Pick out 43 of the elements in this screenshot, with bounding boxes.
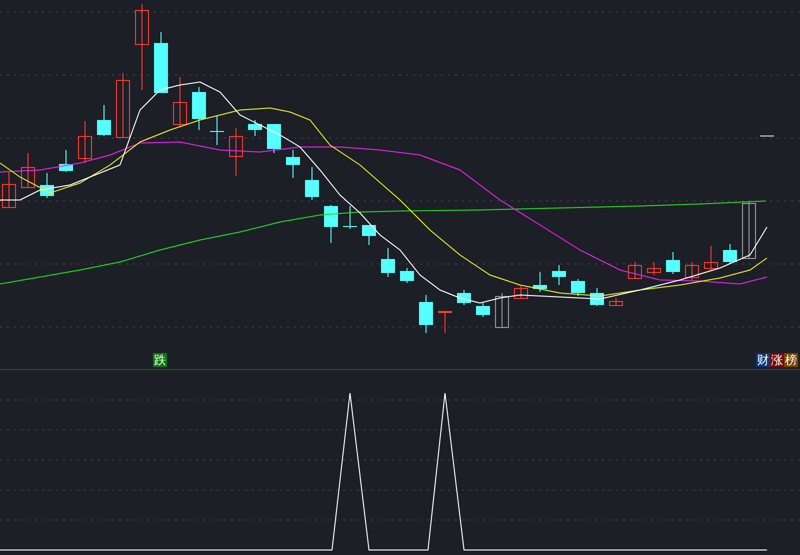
candlestick bbox=[552, 264, 566, 286]
candlestick bbox=[704, 246, 718, 270]
candlestick bbox=[476, 302, 490, 318]
candlestick bbox=[723, 244, 737, 264]
candlestick bbox=[457, 290, 471, 306]
candlestick bbox=[685, 262, 699, 280]
candlestick bbox=[514, 286, 528, 299]
candlestick bbox=[286, 150, 300, 178]
candlestick bbox=[628, 262, 642, 279]
candlestick bbox=[381, 248, 395, 278]
candlestick bbox=[210, 116, 224, 146]
candlestick bbox=[609, 298, 623, 306]
candlestick bbox=[97, 104, 111, 136]
candlestick bbox=[229, 128, 243, 176]
candlestick bbox=[495, 292, 509, 328]
candlestick bbox=[59, 150, 73, 172]
candlestick bbox=[343, 206, 357, 230]
tag: 财 bbox=[756, 353, 770, 367]
candlestick bbox=[533, 272, 547, 292]
candlestick bbox=[666, 252, 680, 274]
candlestick bbox=[400, 268, 414, 284]
tag: 榜 bbox=[784, 353, 798, 367]
candlestick bbox=[324, 204, 338, 244]
candlestick bbox=[116, 72, 130, 138]
candlestick bbox=[267, 124, 281, 154]
candlestick bbox=[571, 278, 585, 296]
candlestick bbox=[154, 32, 168, 94]
candlestick bbox=[419, 294, 433, 334]
candlestick bbox=[78, 120, 92, 164]
candlestick bbox=[40, 172, 54, 198]
candlestick bbox=[742, 200, 756, 259]
candlestick bbox=[173, 76, 187, 128]
candlestick bbox=[362, 224, 376, 246]
candlestick bbox=[305, 166, 319, 200]
candlestick bbox=[438, 310, 452, 334]
candlestick bbox=[647, 262, 661, 276]
tag: 涨 bbox=[770, 353, 784, 367]
candlestick bbox=[2, 172, 16, 208]
candlestick bbox=[590, 288, 604, 306]
candlestick bbox=[248, 120, 262, 136]
candlestick bbox=[192, 86, 206, 130]
signal-label: 跌 bbox=[153, 353, 167, 367]
candlestick bbox=[21, 152, 35, 188]
